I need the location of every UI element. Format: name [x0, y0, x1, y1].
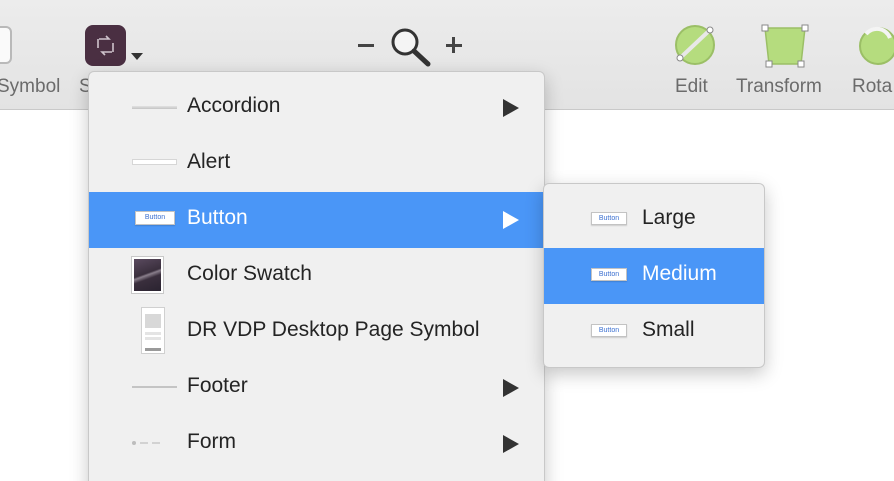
submenu-item-label: Medium — [642, 262, 717, 285]
transform-label[interactable]: Transform — [736, 76, 822, 98]
footer-thumbnail — [132, 386, 177, 388]
color-swatch-thumbnail — [131, 256, 164, 294]
dropdown-arrow-icon[interactable] — [131, 53, 143, 60]
submenu-item-large[interactable]: Button Large — [544, 192, 764, 248]
menu-item-form[interactable]: Form — [89, 416, 544, 472]
symbols-menu: Accordion Alert Button Button Color Swat… — [88, 71, 545, 481]
button-thumbnail: Button — [591, 324, 627, 337]
rotate-icon[interactable] — [856, 22, 894, 73]
symbols-icon[interactable] — [85, 25, 126, 66]
menu-item-dr-vdp-desktop-page-symbol[interactable]: DR VDP Desktop Page Symbol — [89, 304, 544, 360]
edit-label[interactable]: Edit — [675, 76, 708, 98]
menu-item-label: Alert — [187, 150, 231, 173]
form-thumbnail — [132, 441, 162, 445]
zoom-in-icon[interactable] — [446, 37, 462, 53]
submenu-arrow-icon — [503, 435, 519, 453]
menu-item-label: Footer — [187, 374, 248, 397]
submenu-item-label: Small — [642, 318, 695, 341]
menu-item-footer[interactable]: Footer — [89, 360, 544, 416]
menu-item-alert[interactable]: Alert — [89, 136, 544, 192]
submenu-item-small[interactable]: Button Small — [544, 304, 764, 360]
submenu-item-label: Large — [642, 206, 696, 229]
button-thumbnail: Button — [591, 212, 627, 225]
button-thumbnail: Button — [135, 211, 175, 225]
menu-item-label: Color Swatch — [187, 262, 312, 285]
submenu-arrow-icon — [503, 379, 519, 397]
transform-icon[interactable] — [761, 24, 809, 73]
menu-item-button[interactable]: Button Button — [89, 192, 544, 248]
zoom-out-icon[interactable] — [358, 44, 374, 47]
menu-item-label: Accordion — [187, 94, 281, 117]
submenu-arrow-icon — [503, 99, 519, 117]
magnifier-icon[interactable] — [388, 26, 434, 73]
button-thumbnail: Button — [591, 268, 627, 281]
accordion-thumbnail — [132, 106, 177, 109]
submenu-arrow-icon — [503, 211, 519, 229]
submenu-item-medium[interactable]: Button Medium — [544, 248, 764, 304]
symbol-icon[interactable] — [0, 26, 12, 64]
menu-item-label: Form — [187, 430, 236, 453]
menu-item-label: DR VDP Desktop Page Symbol — [187, 318, 480, 341]
alert-thumbnail — [132, 159, 177, 165]
menu-item-label: Button — [187, 206, 248, 229]
menu-item-accordion[interactable]: Accordion — [89, 80, 544, 136]
symbol-label[interactable]: Symbol — [0, 76, 60, 98]
edit-icon[interactable] — [672, 22, 718, 73]
rotate-label[interactable]: Rota — [852, 76, 892, 98]
menu-item-color-swatch[interactable]: Color Swatch — [89, 248, 544, 304]
page-thumbnail — [141, 307, 165, 354]
button-submenu: Button Large Button Medium Button Small — [543, 183, 765, 368]
